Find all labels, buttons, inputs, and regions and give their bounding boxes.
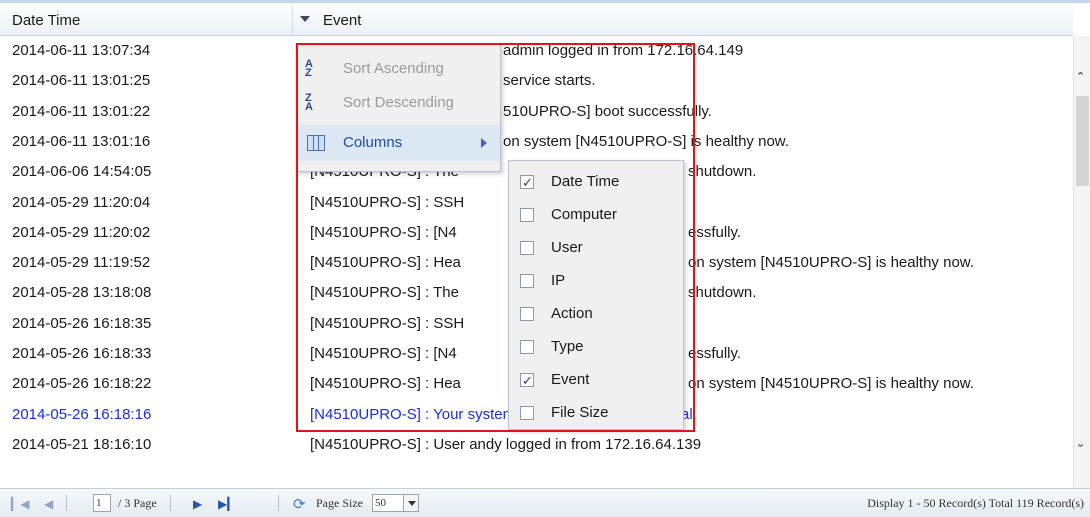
event-cell-tail: essfully. [688,223,742,241]
page-size-label: Page Size [316,496,363,510]
menu-item-columns[interactable]: Columns [297,125,500,161]
event-cell: [N4510UPRO-S] : Hea [310,375,461,393]
columns-icon [307,135,325,151]
event-cell-tail: essfully. [688,345,742,362]
column-option[interactable]: Type [509,330,683,364]
column-checkbox[interactable] [520,307,534,321]
date-time-cell: 2014-06-11 13:01:16 [12,132,151,150]
column-option[interactable]: IP [509,264,683,298]
refresh-icon[interactable]: ⟳ [293,495,306,514]
pagination-toolbar: ▎◀ ◀ 1 / 3 Page ▶ ▶▎ ⟳ Page Size 50 Disp… [0,488,1090,517]
column-header-date-time[interactable]: Date Time [0,6,293,36]
column-option[interactable]: Event [509,363,683,398]
event-cell: [N4510UPRO-S] : The [310,284,459,302]
column-option-label: User [551,239,583,256]
column-checkbox[interactable] [520,340,534,354]
date-time-cell: 2014-05-26 16:18:22 [12,375,152,393]
date-time-cell: 2014-05-26 16:18:35 [12,314,152,332]
pager-divider [66,495,67,511]
page-total-label: / 3 Page [118,496,157,510]
date-time-cell: 2014-05-29 11:19:52 [12,254,151,272]
column-option[interactable]: Computer [509,198,683,232]
record-count-info: Display 1 - 50 Record(s) Total 119 Recor… [867,496,1084,510]
event-cell: admin logged in from 172.16.64.149 [503,42,744,59]
event-cell-tail: shutdown. [688,284,757,302]
event-cell: [N4510UPRO-S] : [N4 [310,345,457,362]
pager-divider [170,495,171,511]
column-option[interactable]: Action [509,297,683,331]
column-checkbox[interactable] [520,274,534,288]
column-option[interactable]: Date Time [509,165,683,200]
columns-submenu: Date Time Computer User IP Action Type Event Fi… [508,160,684,430]
table-row[interactable]: 2014-05-21 18:16:10 [N4510UPRO-S] : User … [0,430,1073,460]
column-context-menu: AZ Sort Ascending ZA Sort Descending Col… [296,44,501,172]
column-option-label: Type [551,338,584,355]
pager-divider [278,495,279,511]
prev-page-icon[interactable]: ◀ [44,497,53,512]
column-checkbox[interactable] [520,166,534,200]
column-header-event[interactable]: Event [293,6,1073,36]
event-cell: [N4510UPRO-S] : SSH [310,193,465,211]
last-page-icon[interactable]: ▶▎ [218,497,236,512]
menu-item-sort-ascending[interactable]: AZ Sort Ascending [297,51,500,87]
page-size-dropdown-icon[interactable] [403,494,419,512]
event-cell-tail: shutdown. [688,163,757,181]
date-time-cell: 2014-06-11 13:01:22 [12,102,151,120]
grid-header: Date Time Event [0,6,1073,36]
column-option-label: File Size [551,404,609,421]
column-option-label: IP [551,272,566,289]
menu-item-sort-descending[interactable]: ZA Sort Descending [297,85,500,121]
table-row[interactable]: 2014-06-11 13:01:25 service starts. [0,66,1073,96]
table-row[interactable]: 2014-06-11 13:01:22 510UPRO-S] boot succe… [0,97,1073,127]
date-time-cell: 2014-06-11 13:01:25 [12,72,151,90]
scroll-up-icon[interactable]: ˆ [1078,71,1083,89]
event-cell: [N4510UPRO-S] : [N4 [310,223,457,241]
event-cell: 510UPRO-S] boot successfully. [503,102,712,120]
scroll-down-icon[interactable]: ˇ [1078,443,1083,461]
date-time-cell: 2014-05-21 18:16:10 [12,435,152,453]
date-time-cell: 2014-05-29 11:20:04 [12,193,151,211]
column-option[interactable]: File Size [509,396,683,430]
scrollbar-thumb[interactable] [1076,96,1089,186]
event-cell: [N4510UPRO-S] : SSH [310,314,465,332]
sort-ascending-icon: AZ [305,58,313,79]
page-size-select[interactable]: 50 [372,494,404,512]
column-option-label: Event [551,371,590,388]
date-time-cell: 2014-05-28 13:18:08 [12,284,152,302]
event-cell: service starts. [503,72,596,90]
event-cell: [N4510UPRO-S] : User andy logged in from… [310,435,702,453]
sort-descending-icon: ZA [305,92,313,113]
vertical-scrollbar[interactable] [1073,36,1090,491]
column-option-label: Date Time [551,173,620,190]
date-time-cell: 2014-06-11 13:07:34 [12,42,151,59]
column-checkbox[interactable] [520,364,534,398]
submenu-arrow-icon [481,138,487,148]
column-checkbox[interactable] [520,406,534,420]
date-time-cell: 2014-05-26 16:18:33 [12,345,152,362]
column-option-label: Action [551,305,593,322]
column-option-label: Computer [551,206,617,223]
table-row[interactable]: 2014-06-11 13:01:16 on system [N4510UPRO-… [0,127,1073,157]
page-number-input[interactable]: 1 [93,494,111,512]
first-page-icon[interactable]: ▎◀ [11,497,29,512]
column-option[interactable]: User [509,231,683,265]
date-time-cell: 2014-05-29 11:20:02 [12,223,151,241]
next-page-icon[interactable]: ▶ [193,497,202,512]
date-time-cell: 2014-06-06 14:54:05 [12,163,152,181]
column-checkbox[interactable] [520,241,534,255]
event-cell: [N4510UPRO-S] : Hea [310,254,461,272]
event-cell: on system [N4510UPRO-S] is healthy now. [503,132,789,150]
event-cell-tail: on system [N4510UPRO-S] is healthy now. [688,254,974,272]
column-checkbox[interactable] [520,208,534,222]
event-cell-tail: on system [N4510UPRO-S] is healthy now. [688,375,974,393]
table-row[interactable]: 2014-06-11 13:07:34 admin logged in from … [0,36,1073,66]
date-time-cell: 2014-05-26 16:18:16 [12,405,152,423]
